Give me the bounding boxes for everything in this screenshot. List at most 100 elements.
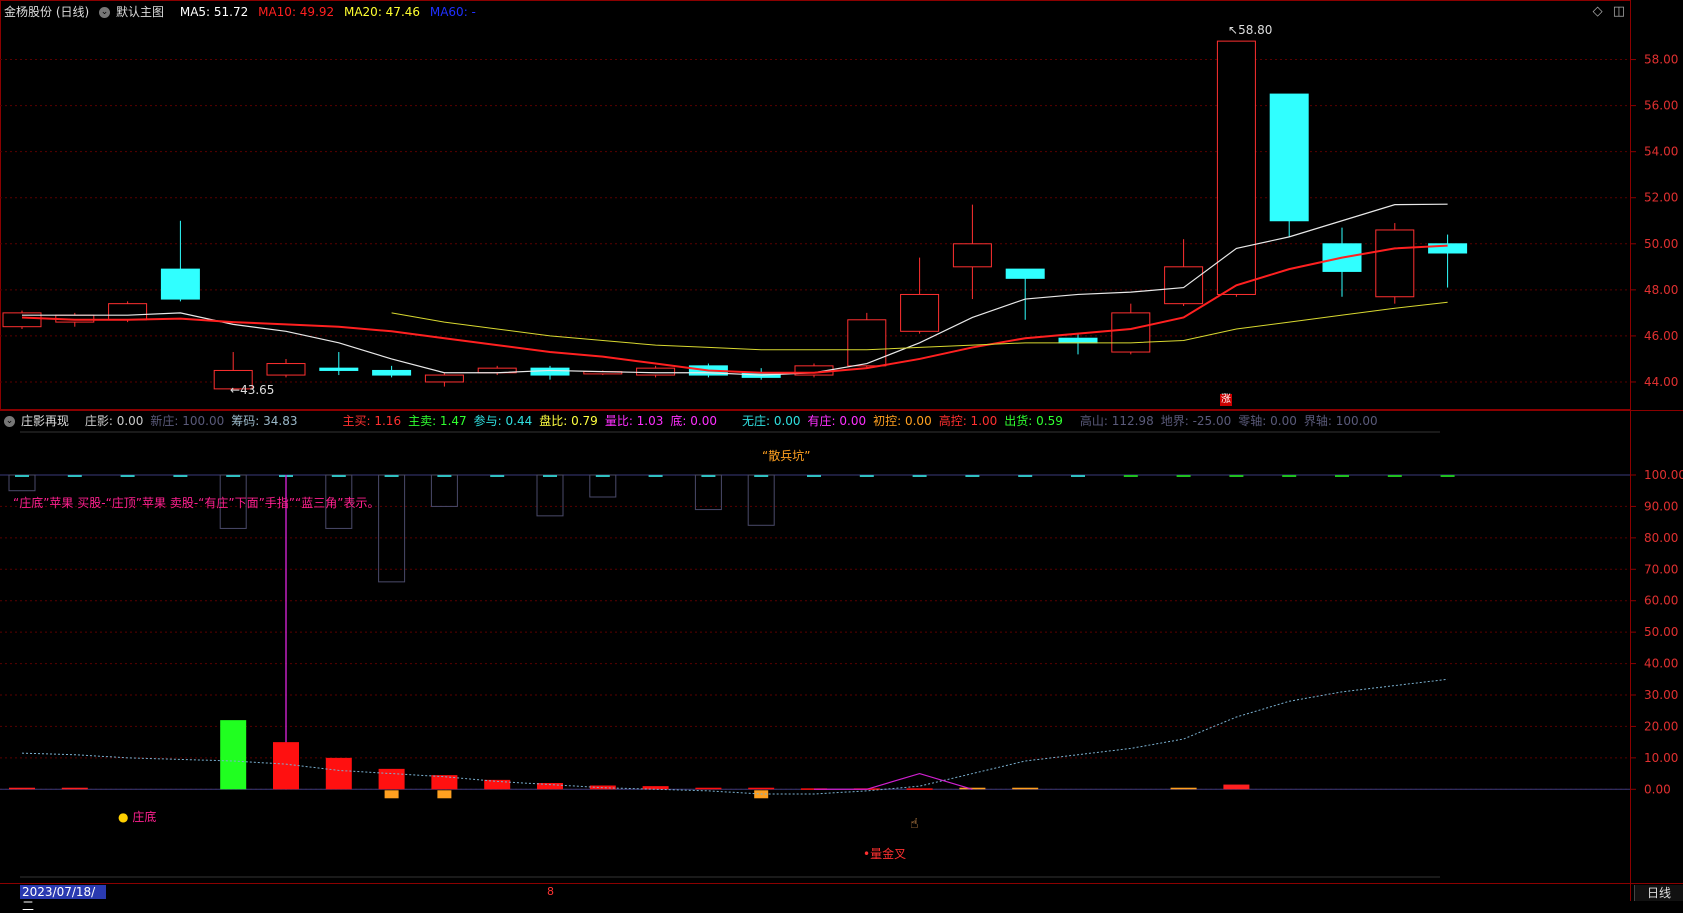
indicator-tick-label: 60.00 xyxy=(1644,594,1678,608)
indicator-value-3: 主买: 1.16 xyxy=(342,414,402,428)
period-button[interactable]: 日线 xyxy=(1634,885,1683,901)
indicator-name: 庄影再现 xyxy=(21,414,70,428)
indicator-value-15: 地界: -25.00 xyxy=(1160,414,1232,428)
price-tick-label: 50.00 xyxy=(1644,237,1678,251)
ma10-label: MA10: 49.92 xyxy=(258,5,335,19)
main-chart-frame xyxy=(0,0,1631,410)
candle-body xyxy=(1164,266,1204,305)
candle-body xyxy=(372,369,412,376)
candlestick-series xyxy=(2,40,1468,391)
indicator-bar xyxy=(378,768,405,790)
candle-body xyxy=(1005,268,1045,279)
indicator-value-16: 零轴: 0.00 xyxy=(1238,414,1297,428)
apple-icon: ● xyxy=(118,810,129,824)
indicator-value-2: 筹码: 34.83 xyxy=(231,414,298,428)
candle-body xyxy=(266,363,306,376)
indicator-value-9: 无庄: 0.00 xyxy=(741,414,801,428)
jincha-marker: •量金叉 xyxy=(863,847,907,861)
price-tick-label: 56.00 xyxy=(1644,99,1678,113)
candle-body xyxy=(108,303,148,321)
legend-text: “庄底”苹果 买股-“庄顶”苹果 卖股-“有庄”下面”手指”“蓝三角”表示。 xyxy=(13,496,380,510)
zhang-badge: 涨 xyxy=(1220,394,1232,406)
candle-body xyxy=(1269,93,1309,222)
indicator-value-5: 参与: 0.44 xyxy=(473,414,533,428)
sanbing-label: “散兵坑” xyxy=(762,449,811,463)
top-box-bar xyxy=(378,474,406,583)
candle-body xyxy=(636,367,676,376)
indicator-tick-label: 50.00 xyxy=(1644,625,1678,639)
stock-title[interactable]: 金杨股份 (日线) xyxy=(4,5,89,19)
price-tick-label: 52.00 xyxy=(1644,191,1678,205)
axis-labels: 58.00 56.00 54.00 52.00 50.00 48.00 46.00 44.00… xyxy=(1644,53,1683,797)
indicator-values: 庄影: 0.00 新庄: 100.00 筹码: 34.83 主买: 1.16 主卖: 1… xyxy=(85,414,1385,428)
price-grid xyxy=(0,59,1636,383)
negative-bar xyxy=(384,790,399,799)
indicator-value-1: 新庄: 100.00 xyxy=(150,414,225,428)
window-icon[interactable]: ◫ xyxy=(1613,4,1625,19)
candle-body xyxy=(1216,40,1256,295)
indicator-bar xyxy=(748,787,775,790)
indicator-bar xyxy=(1012,787,1039,790)
candle-body xyxy=(319,367,359,371)
low-price-label: ←43.65 xyxy=(230,383,275,397)
negative-bar xyxy=(437,790,452,799)
price-tick-label: 46.00 xyxy=(1644,329,1678,343)
indicator-value-13: 出货: 0.59 xyxy=(1004,414,1063,428)
indicator-bar xyxy=(220,720,247,790)
hand-cursor-icon: ☝ xyxy=(910,816,919,832)
indicator-bar xyxy=(537,783,563,790)
candle-body xyxy=(1375,229,1415,298)
ma5-label: MA5: 51.72 xyxy=(179,5,249,19)
indicator-value-11: 初控: 0.00 xyxy=(873,414,932,428)
candle-body xyxy=(1058,337,1098,344)
indicator-bar xyxy=(695,787,722,790)
indicator-tick-label: 30.00 xyxy=(1644,688,1678,702)
indicator-tick-label: 10.00 xyxy=(1644,751,1678,765)
candle-body xyxy=(424,374,464,383)
template-dropdown[interactable]: ⌄ 默认主图 xyxy=(99,5,170,19)
date-cursor-label: 2023/07/18/二 xyxy=(20,885,106,913)
top-box-bar xyxy=(694,474,722,511)
price-tick-label: 44.00 xyxy=(1644,375,1678,389)
indicator-bar xyxy=(325,757,352,790)
indicator-bar xyxy=(1223,784,1250,790)
indicator-bar xyxy=(906,788,933,790)
indicator-bar xyxy=(9,787,35,790)
top-right-icons: ◇ ◫ xyxy=(1587,4,1625,19)
indicator-tick-label: 80.00 xyxy=(1644,531,1678,545)
price-tick-label: 48.00 xyxy=(1644,283,1678,297)
indicator-value-17: 界轴: 100.00 xyxy=(1303,414,1378,428)
indicator-value-4: 主卖: 1.47 xyxy=(408,414,467,428)
indicator-series xyxy=(8,474,1455,799)
indicator-value-6: 盘比: 0.79 xyxy=(539,414,598,428)
magenta-triangle-line xyxy=(814,772,973,790)
top-box-bar xyxy=(430,474,458,507)
indicator-tick-label: 0.00 xyxy=(1644,782,1671,796)
indicator-header: ⌄ 庄影再现 庄影: 0.00 新庄: 100.00 筹码: 34.83 主买: 1.1… xyxy=(4,411,1391,431)
top-box-bar xyxy=(8,474,36,492)
indicator-dropdown[interactable]: ⌄ 庄影再现 xyxy=(4,414,75,428)
indicator-tick-label: 70.00 xyxy=(1644,562,1678,576)
top-box-bar xyxy=(747,474,775,526)
diamond-icon[interactable]: ◇ xyxy=(1593,4,1603,19)
candle-body xyxy=(952,243,992,268)
date-marker: 8 xyxy=(547,885,554,898)
indicator-bar xyxy=(1170,787,1197,790)
price-tick-label: 58.00 xyxy=(1644,53,1678,67)
indicator-value-0: 庄影: 0.00 xyxy=(84,414,144,428)
main-chart-header: 金杨股份 (日线) ⌄ 默认主图 MA5: 51.72 MA10: 49.92 M… xyxy=(4,2,482,22)
indicator-bar xyxy=(61,787,88,790)
chart-canvas: 58.00 56.00 54.00 52.00 50.00 48.00 46.00 44.00… xyxy=(0,0,1683,901)
indicator-tick-label: 100.00 xyxy=(1644,468,1683,482)
high-price-label: ↖58.80 xyxy=(1228,23,1273,37)
template-label: 默认主图 xyxy=(116,5,165,19)
zhuangdi-marker: ● 庄底 xyxy=(118,810,157,824)
indicator-tick-label: 90.00 xyxy=(1644,499,1678,513)
top-box-bar xyxy=(536,474,564,517)
indicator-value-12: 高控: 1.00 xyxy=(938,414,998,428)
ma60-label: MA60: - xyxy=(429,5,476,19)
candle-body xyxy=(900,293,940,332)
indicator-value-10: 有庄: 0.00 xyxy=(807,414,867,428)
indicator-value-14: 高山: 112.98 xyxy=(1079,414,1154,428)
candle-body xyxy=(1428,243,1468,254)
